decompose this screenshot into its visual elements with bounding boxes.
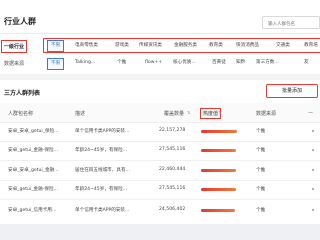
row-count: 27,545,116 — [159, 147, 186, 152]
source-tag[interactable]: 知黔 — [236, 58, 245, 68]
row-count: 24,506,402 — [159, 207, 186, 212]
row-name: 安卓_getui_金融-保险... — [8, 187, 58, 192]
row-count: 22,460,444 — [159, 167, 186, 172]
heat-bar — [201, 209, 235, 212]
column-header-name[interactable]: 人群包名称 — [8, 110, 33, 117]
more-icon[interactable] — [312, 149, 314, 151]
heat-bar — [201, 188, 236, 191]
industry-tag[interactable]: 电商零售类 — [75, 41, 98, 51]
section-title: 三方人群列表 — [4, 90, 41, 97]
row-divider — [0, 141, 320, 142]
source-tag[interactable]: 友 — [304, 58, 309, 68]
industry-tag[interactable]: 教育类 — [209, 41, 223, 51]
section-gap — [0, 74, 320, 80]
column-header-desc[interactable]: 描述 — [75, 110, 85, 117]
column-header-source[interactable]: 数据来源 — [256, 110, 276, 117]
row-name: 安卓_安卓_getui_金融... — [8, 168, 59, 173]
industry-tag[interactable]: 交通类 — [276, 41, 290, 51]
industry-tag[interactable]: 金融服务类 — [174, 41, 197, 51]
source-tag[interactable]: 第三方数... — [256, 58, 279, 68]
heat-bar — [201, 130, 237, 133]
more-icon[interactable] — [312, 209, 314, 211]
divider — [0, 33, 320, 34]
more-icon[interactable] — [312, 130, 314, 132]
row-name: 安卓_安卓_getui_保险... — [8, 129, 59, 134]
search-input[interactable] — [262, 16, 320, 29]
sort-icon[interactable]: ⇅ — [187, 110, 190, 115]
row-source: 个推 — [256, 129, 266, 134]
row-desc: 单个信用卡类APP的安装... — [75, 129, 130, 134]
industry-filter-label: 一级行业 — [1, 40, 28, 53]
row-desc: 年龄24~45岁，有保险... — [75, 187, 128, 192]
page-title: 行业人群 — [4, 17, 36, 26]
row-source: 个推 — [256, 168, 266, 173]
source-tag-all[interactable]: 不限 — [47, 58, 65, 70]
row-count: 27,545,116 — [159, 186, 186, 191]
column-header-count[interactable]: 覆盖数量 — [164, 110, 184, 117]
row-name: 安卓_getui_信用卡用... — [8, 208, 57, 213]
row-desc: 居住在四五线城市，具有... — [75, 168, 130, 173]
more-icon[interactable] — [312, 188, 314, 190]
industry-tag[interactable]: 快消消费品 — [236, 41, 259, 51]
heat-bar — [201, 169, 236, 172]
row-source: 个推 — [256, 208, 266, 213]
industry-tag[interactable]: 传媒资讯类 — [139, 41, 162, 51]
source-tag[interactable]: Talking... — [75, 58, 95, 68]
column-header-action: — — [308, 110, 313, 116]
row-desc: 单个信用卡类APP的安装... — [75, 208, 130, 213]
row-name: 安卓_getui_金融-保险... — [8, 148, 58, 153]
row-desc: 年龄24~45岁，有保险... — [75, 148, 128, 153]
industry-tag[interactable]: 游戏类 — [115, 41, 129, 51]
row-divider — [0, 180, 320, 181]
row-count: 22,157,278 — [159, 128, 186, 133]
row-divider — [0, 122, 320, 123]
heat-bar — [201, 149, 236, 152]
source-tag[interactable]: 核心优质... — [173, 58, 196, 68]
batch-add-button[interactable]: 批量添加 — [266, 84, 318, 98]
source-tag[interactable]: 个推 — [117, 58, 126, 68]
sort-icon[interactable]: ⇅ — [218, 110, 221, 115]
industry-audience-panel: 行业人群 一级行业 不限 电商零售类 游戏类 传媒资讯类 金融服务类 教育类 快… — [0, 0, 320, 224]
more-icon[interactable] — [312, 169, 314, 171]
source-tag[interactable]: 百黄徒 — [212, 58, 226, 68]
row-divider — [0, 199, 320, 200]
row-divider — [0, 160, 320, 161]
row-source: 个推 — [256, 148, 266, 153]
source-tag[interactable]: flow++ — [145, 58, 162, 68]
industry-tag-all[interactable]: 不限 — [47, 40, 65, 52]
industry-tag[interactable]: 教育培 — [304, 41, 318, 51]
row-source: 个推 — [256, 187, 266, 192]
source-filter-label: 数据来源 — [4, 61, 25, 67]
